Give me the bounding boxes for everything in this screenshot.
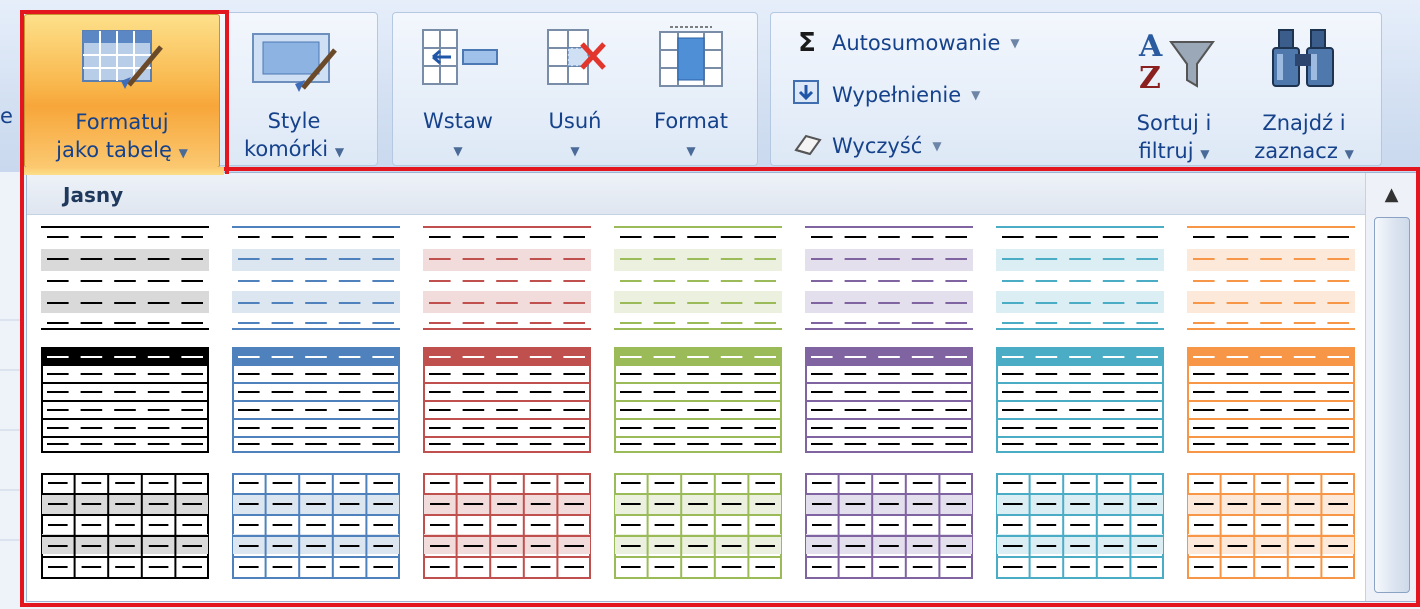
binoculars-icon bbox=[1259, 24, 1349, 100]
table-style-swatch bbox=[805, 226, 973, 330]
table-format-icon bbox=[77, 25, 167, 97]
autosum-label: Autosumowanie bbox=[832, 31, 1001, 55]
format-as-table-line2: jako tabelę bbox=[56, 138, 172, 162]
cell-styles-button[interactable]: Style komórki ▼ bbox=[224, 14, 364, 168]
truncated-label: e bbox=[0, 104, 13, 128]
triangle-up-icon: ▲ bbox=[1384, 183, 1399, 205]
table-style-swatch bbox=[996, 226, 1164, 330]
gallery-scrollbar[interactable]: ▲ bbox=[1365, 173, 1417, 601]
table-style-swatch bbox=[41, 347, 209, 453]
sort-filter-line2: filtruj bbox=[1138, 139, 1194, 163]
table-style-swatch bbox=[423, 226, 591, 330]
section-title: Jasny bbox=[63, 183, 124, 207]
delete-label: Usuń bbox=[548, 109, 602, 133]
delete-cells-icon bbox=[530, 24, 620, 96]
cell-styles-line2: komórki bbox=[243, 137, 329, 161]
highlight-joint bbox=[24, 167, 224, 175]
find-select-button[interactable]: Znajdź i zaznacz ▼ bbox=[1240, 14, 1368, 164]
scroll-up-button[interactable]: ▲ bbox=[1366, 173, 1417, 215]
autosum-button[interactable]: Σ Autosumowanie ▼ bbox=[792, 28, 1020, 58]
format-cells-icon bbox=[646, 24, 736, 96]
cell-styles-line1: Style bbox=[267, 109, 321, 133]
sort-filter-icon: A Z bbox=[1129, 24, 1219, 100]
find-select-line1: Znajdź i bbox=[1262, 111, 1346, 135]
gallery-section-header: Jasny bbox=[27, 173, 1365, 215]
table-style-swatch bbox=[614, 473, 782, 579]
dropdown-arrow-icon: ▼ bbox=[453, 144, 463, 158]
table-style-swatch bbox=[614, 226, 782, 330]
table-style-swatch bbox=[423, 473, 591, 579]
dropdown-arrow-icon: ▼ bbox=[334, 145, 345, 159]
dropdown-arrow-icon: ▼ bbox=[1010, 36, 1020, 50]
delete-button[interactable]: Usuń ▼ bbox=[522, 14, 628, 164]
table-style-swatch bbox=[232, 347, 400, 453]
insert-label: Wstaw bbox=[423, 109, 493, 133]
svg-text:A: A bbox=[1138, 29, 1163, 64]
eraser-icon bbox=[792, 130, 822, 161]
ribbon: e Formatuj jako tabelę ▼ Style komórki ▼… bbox=[0, 0, 1420, 172]
table-style-gallery: Jasny ▲ bbox=[26, 172, 1418, 602]
find-select-line2: zaznacz bbox=[1254, 139, 1338, 163]
table-style-swatch bbox=[423, 347, 591, 453]
dropdown-arrow-icon: ▼ bbox=[1200, 147, 1210, 161]
insert-button[interactable]: Wstaw ▼ bbox=[404, 14, 512, 164]
sort-filter-button[interactable]: A Z Sortuj i filtruj ▼ bbox=[1112, 14, 1236, 164]
fill-down-icon bbox=[792, 79, 822, 110]
worksheet-edge bbox=[0, 319, 22, 541]
table-style-swatch bbox=[41, 226, 209, 330]
table-style-swatch bbox=[996, 347, 1164, 453]
dropdown-arrow-icon: ▼ bbox=[178, 146, 188, 160]
table-style-swatch bbox=[805, 347, 973, 453]
dropdown-arrow-icon: ▼ bbox=[686, 144, 696, 158]
table-style-swatch bbox=[1187, 347, 1355, 453]
dropdown-arrow-icon: ▼ bbox=[1344, 147, 1354, 161]
insert-cells-icon bbox=[413, 24, 503, 96]
cell-styles-icon bbox=[249, 26, 339, 98]
table-style-swatch bbox=[1187, 226, 1355, 330]
format-as-table-button[interactable]: Formatuj jako tabelę ▼ bbox=[24, 14, 220, 168]
format-label: Format bbox=[653, 109, 728, 133]
dropdown-arrow-icon: ▼ bbox=[932, 138, 942, 153]
dropdown-arrow-icon: ▼ bbox=[570, 144, 580, 158]
scroll-thumb[interactable] bbox=[1374, 217, 1410, 593]
svg-text:Z: Z bbox=[1139, 61, 1161, 94]
clear-button[interactable]: Wyczyść ▼ bbox=[792, 130, 942, 161]
table-style-swatch bbox=[996, 473, 1164, 579]
dropdown-arrow-icon: ▼ bbox=[971, 87, 981, 102]
sigma-icon: Σ bbox=[798, 28, 816, 58]
sort-filter-line1: Sortuj i bbox=[1136, 111, 1212, 135]
table-style-swatch bbox=[1187, 473, 1355, 579]
format-as-table-line1: Formatuj bbox=[75, 110, 169, 134]
table-style-swatch bbox=[232, 226, 400, 330]
table-style-swatch bbox=[614, 347, 782, 453]
format-button[interactable]: Format ▼ bbox=[636, 14, 746, 164]
table-style-swatch bbox=[41, 473, 209, 579]
clear-label: Wyczyść bbox=[832, 133, 923, 158]
table-style-swatch bbox=[232, 473, 400, 579]
table-style-swatch bbox=[805, 473, 973, 579]
fill-button[interactable]: Wypełnienie ▼ bbox=[792, 79, 980, 110]
fill-label: Wypełnienie bbox=[832, 82, 962, 107]
